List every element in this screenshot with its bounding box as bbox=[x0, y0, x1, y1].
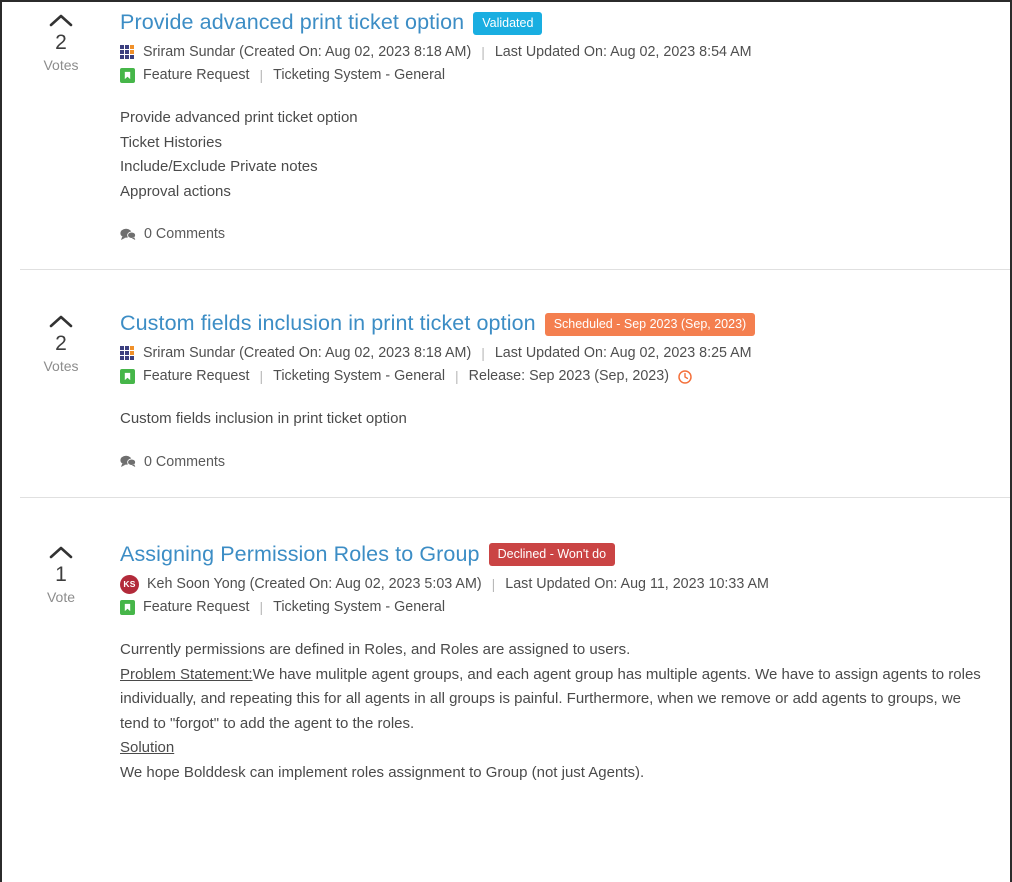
item-type-text: Feature Request bbox=[143, 598, 250, 615]
meta-separator: | bbox=[455, 368, 459, 385]
vote-label: Votes bbox=[43, 358, 79, 375]
comments-icon bbox=[120, 228, 136, 241]
upvote-caret-icon[interactable] bbox=[48, 12, 74, 30]
status-badge: Validated bbox=[473, 11, 543, 35]
item-content: Custom fields inclusion in print ticket … bbox=[120, 303, 1010, 470]
avatar: KS bbox=[120, 574, 139, 594]
last-updated-text: Last Updated On: Aug 02, 2023 8:54 AM bbox=[494, 44, 752, 60]
meta-separator: | bbox=[259, 598, 264, 615]
item-description: Provide advanced print ticket option Tic… bbox=[120, 106, 994, 204]
vote-count: 1 bbox=[55, 562, 67, 586]
author-text: Sriram Sundar (Created On: Aug 02, 2023 … bbox=[143, 345, 472, 362]
solution-label: Solution bbox=[120, 739, 175, 757]
meta-row-author: Sriram Sundar (Created On: Aug 02, 2023 … bbox=[120, 343, 994, 364]
comments-icon bbox=[120, 455, 136, 468]
upvote-caret-icon[interactable] bbox=[48, 313, 74, 331]
meta-separator: | bbox=[481, 44, 485, 60]
title-row: Assigning Permission Roles to Group Decl… bbox=[120, 540, 994, 568]
item-type-text: Feature Request bbox=[143, 368, 250, 385]
vote-count: 2 bbox=[55, 332, 67, 356]
item-description: Custom fields inclusion in print ticket … bbox=[120, 407, 994, 432]
description-line: Provide advanced print ticket option bbox=[120, 109, 358, 126]
list-item: 1 Vote Assigning Permission Roles to Gro… bbox=[2, 496, 1010, 796]
meta-separator: | bbox=[481, 345, 485, 362]
vote-count: 2 bbox=[55, 31, 67, 54]
user-grid-avatar-icon bbox=[120, 45, 135, 60]
meta-separator: | bbox=[259, 368, 264, 385]
item-description: Currently permissions are defined in Rol… bbox=[120, 638, 994, 786]
vote-label: Votes bbox=[43, 57, 79, 73]
last-updated-text: Last Updated On: Aug 11, 2023 10:33 AM bbox=[505, 575, 769, 592]
meta-row-type: Feature Request | Ticketing System - Gen… bbox=[120, 65, 994, 86]
description-paragraph: We hope Bolddesk can implement roles ass… bbox=[120, 763, 645, 781]
description-line: Approval actions bbox=[120, 182, 231, 200]
meta-row-type: Feature Request | Ticketing System - Gen… bbox=[120, 366, 994, 387]
description-paragraph: Problem Statement:We have mulitple agent… bbox=[120, 663, 994, 737]
description-line: Include/Exclude Private notes bbox=[120, 158, 318, 176]
vote-column: 1 Vote bbox=[2, 534, 120, 607]
feature-request-icon bbox=[120, 599, 135, 615]
release-clock-icon bbox=[678, 369, 693, 384]
item-title-link[interactable]: Provide advanced print ticket option bbox=[120, 8, 464, 36]
comments-link[interactable]: 0 Comments bbox=[120, 226, 225, 242]
item-title-link[interactable]: Custom fields inclusion in print ticket … bbox=[120, 309, 536, 337]
user-grid-avatar-icon bbox=[120, 346, 135, 361]
item-release-text: Release: Sep 2023 (Sep, 2023) bbox=[468, 368, 669, 385]
feedback-list: 2 Votes Provide advanced print ticket op… bbox=[2, 2, 1010, 796]
feature-request-icon bbox=[120, 68, 135, 83]
item-content: Provide advanced print ticket option Val… bbox=[120, 2, 1010, 242]
comments-count-text: 0 Comments bbox=[144, 453, 226, 470]
title-row: Custom fields inclusion in print ticket … bbox=[120, 309, 994, 337]
meta-row-author: Sriram Sundar (Created On: Aug 02, 2023 … bbox=[120, 42, 994, 63]
upvote-caret-icon[interactable] bbox=[48, 544, 74, 562]
description-paragraph: Currently permissions are defined in Rol… bbox=[120, 640, 631, 658]
item-content: Assigning Permission Roles to Group Decl… bbox=[120, 534, 1010, 786]
list-item: 2 Votes Provide advanced print ticket op… bbox=[2, 2, 1010, 269]
list-item: 2 Votes Custom fields inclusion in print… bbox=[2, 269, 1010, 497]
title-row: Provide advanced print ticket option Val… bbox=[120, 8, 994, 36]
comments-count-text: 0 Comments bbox=[144, 226, 226, 243]
vote-column: 2 Votes bbox=[2, 2, 120, 75]
description-line: Custom fields inclusion in print ticket … bbox=[120, 410, 407, 428]
description-line: Ticket Histories bbox=[120, 133, 222, 151]
status-badge: Scheduled - Sep 2023 (Sep, 2023) bbox=[544, 312, 756, 336]
item-category-text: Ticketing System - General bbox=[273, 67, 446, 83]
meta-row-author: KS Keh Soon Yong (Created On: Aug 02, 20… bbox=[120, 574, 994, 595]
item-category-text: Ticketing System - General bbox=[273, 368, 446, 385]
status-badge: Declined - Won't do bbox=[488, 543, 616, 567]
vote-label: Vote bbox=[46, 588, 76, 605]
author-text: Sriram Sundar (Created On: Aug 02, 2023 … bbox=[143, 44, 472, 60]
meta-row-type: Feature Request | Ticketing System - Gen… bbox=[120, 597, 994, 618]
feature-request-icon bbox=[120, 369, 135, 385]
last-updated-text: Last Updated On: Aug 02, 2023 8:25 AM bbox=[494, 345, 752, 362]
problem-statement-label: Problem Statement: bbox=[120, 665, 253, 683]
feedback-feed-page: 2 Votes Provide advanced print ticket op… bbox=[0, 0, 1012, 882]
meta-separator: | bbox=[491, 575, 496, 592]
comments-link[interactable]: 0 Comments bbox=[120, 454, 225, 470]
item-category-text: Ticketing System - General bbox=[273, 598, 446, 615]
vote-column: 2 Votes bbox=[2, 303, 120, 376]
author-text: Keh Soon Yong (Created On: Aug 02, 2023 … bbox=[147, 575, 482, 592]
meta-separator: | bbox=[259, 67, 264, 83]
item-type-text: Feature Request bbox=[143, 67, 250, 83]
item-title-link[interactable]: Assigning Permission Roles to Group bbox=[120, 540, 480, 568]
description-paragraph: Solution bbox=[120, 736, 994, 761]
